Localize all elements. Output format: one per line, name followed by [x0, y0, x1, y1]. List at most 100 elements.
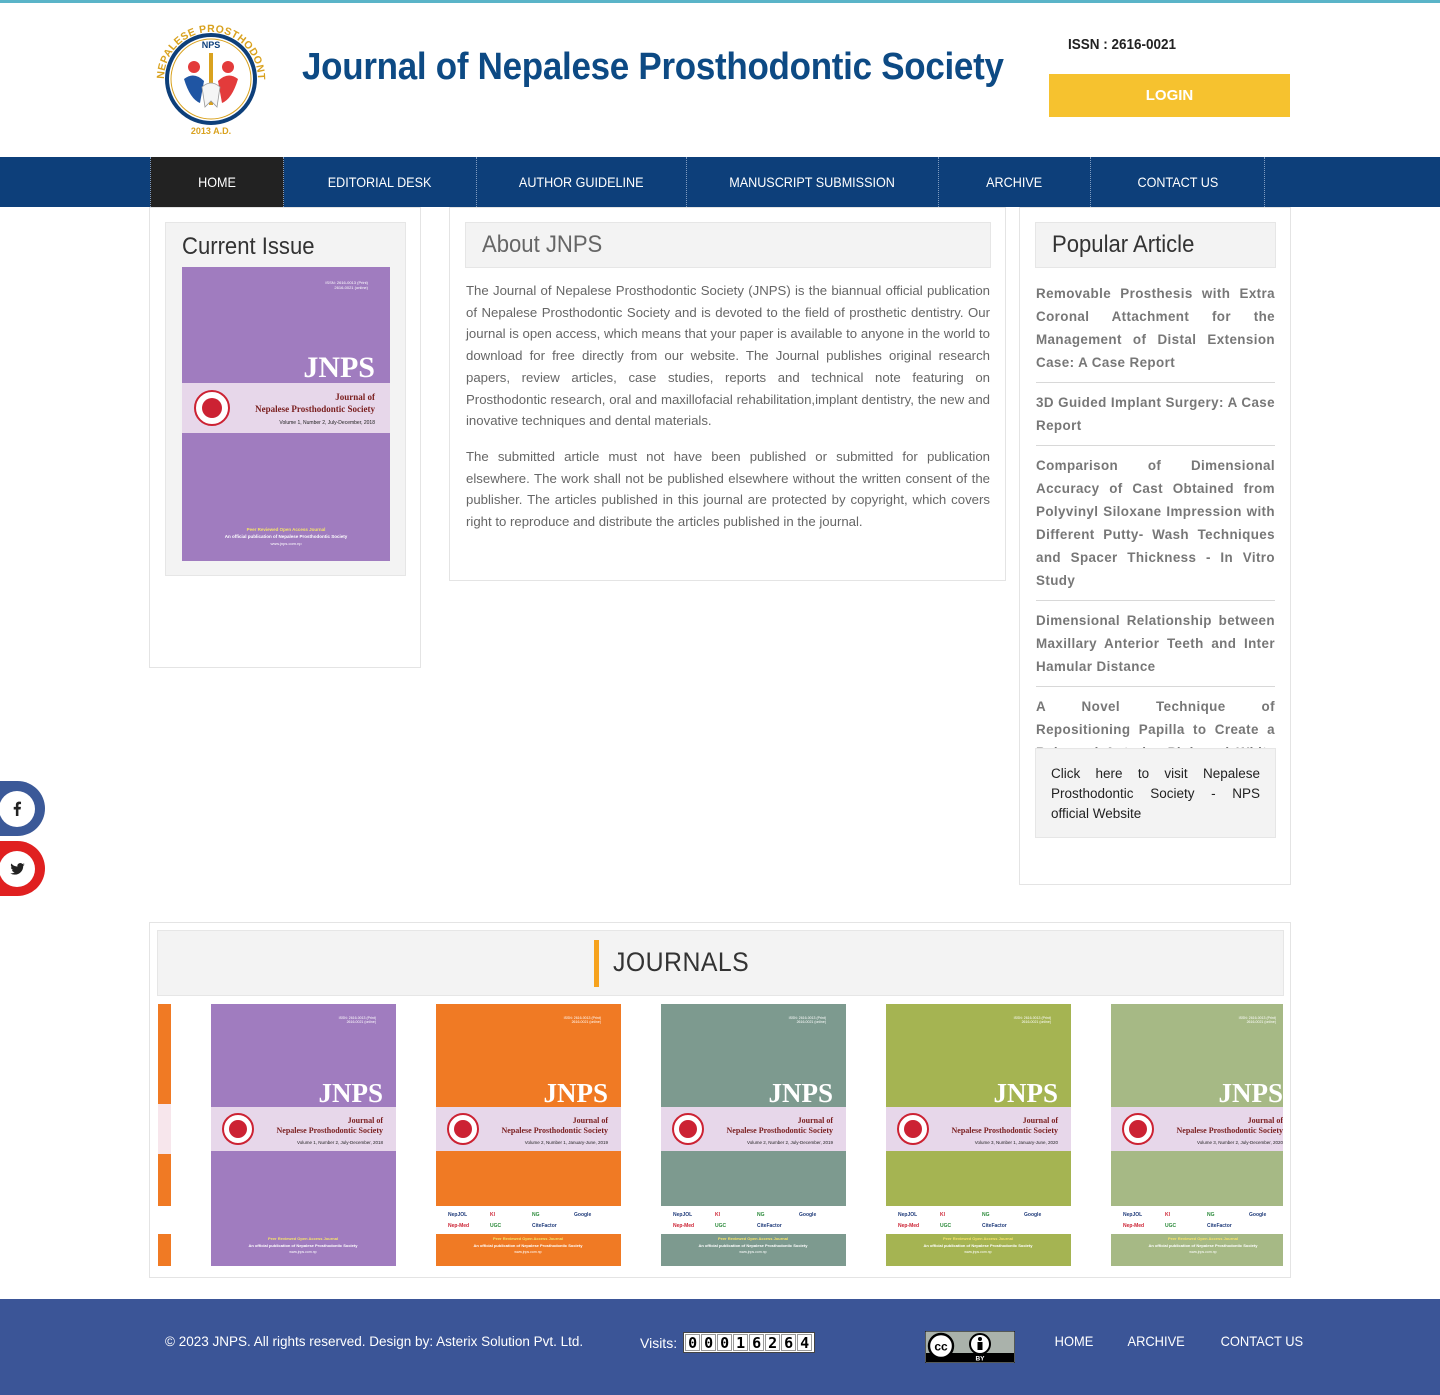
- cover-issn-online: 2616-0021 (online): [797, 1020, 826, 1024]
- top-accent-stripe: [0, 0, 1440, 3]
- login-button[interactable]: LOGIN: [1049, 74, 1290, 117]
- popular-articles-sidebar: Popular Article Removable Prosthesis wit…: [1019, 207, 1291, 885]
- cover-journal-line2: Nepalese Prosthodontic Society: [726, 1126, 833, 1135]
- nav-editorial-desk[interactable]: EDITORIAL DESK: [284, 157, 477, 207]
- cover-footer2: An official publication of Nepalese Pros…: [225, 534, 348, 539]
- index-logo: NepJOL: [448, 1212, 467, 1218]
- journal-cover[interactable]: ISSN: 2616-0013 (Print) 2616-0021 (online…: [211, 1004, 396, 1266]
- index-logo: Kl: [715, 1212, 721, 1218]
- counter-digit: 0: [701, 1334, 717, 1352]
- cover-footer3: www.jnps.com.np: [739, 1250, 766, 1254]
- about-body: The Journal of Nepalese Prosthodontic So…: [466, 280, 990, 547]
- journal-cover[interactable]: ISSN: 2616-0013 (Print) 2616-0021 (online…: [1111, 1004, 1283, 1266]
- site-title[interactable]: Journal of Nepalese Prosthodontic Societ…: [302, 46, 1004, 89]
- cover-journal-line1: Journal of: [335, 392, 376, 402]
- popular-article-link[interactable]: Removable Prosthesis with Extra Coronal …: [1036, 282, 1275, 383]
- cover-journal-line1: Journal of: [1248, 1116, 1283, 1125]
- journals-heading: JOURNALS: [613, 947, 750, 977]
- index-logo: NG: [757, 1212, 765, 1218]
- cover-footer3: www.jnps.com.np: [514, 1250, 541, 1254]
- index-logo: UGC: [715, 1223, 727, 1229]
- svg-text:BY: BY: [975, 1356, 985, 1363]
- journal-cover[interactable]: ISSN: 2616-0013 (Print) 2616-0021 (online…: [886, 1004, 1071, 1266]
- journals-carousel[interactable]: ISSN: 2616-0013 (Print) 2616-0021 (online…: [158, 1004, 1283, 1272]
- journal-cover-art: ISSN: 2616-0013 (Print)2616-0021 (online…: [436, 1004, 621, 1266]
- nav-author-guideline-label: AUTHOR GUIDELINE: [519, 174, 644, 190]
- index-logo: Nep-Med: [448, 1223, 469, 1229]
- cover-footer2: An official publication of Nepalese Pros…: [699, 1243, 809, 1248]
- footer-link-archive[interactable]: ARCHIVE: [1127, 1333, 1184, 1349]
- index-logo: CiteFactor: [1207, 1223, 1232, 1229]
- cover-journal-line2: Nepalese Prosthodontic Society: [951, 1126, 1058, 1135]
- popular-heading-panel: Popular Article: [1035, 222, 1276, 268]
- cover-journal-line1: Journal of: [348, 1116, 384, 1125]
- cc-by-icon[interactable]: cc BY: [925, 1331, 1015, 1363]
- cover-issn-online: 2616-0021 (online): [334, 285, 368, 290]
- main-navbar: HOME EDITORIAL DESK AUTHOR GUIDELINE MAN…: [0, 157, 1440, 207]
- nps-website-link[interactable]: Click here to visit Nepalese Prosthodont…: [1035, 748, 1276, 838]
- cover-footer2: An official publication of Nepalese Pros…: [249, 1243, 359, 1248]
- journals-accent-bar: [594, 940, 599, 987]
- journal-cover[interactable]: ISSN: 2616-0013 (Print) 2616-0021 (online…: [661, 1004, 846, 1266]
- cover-issn-online: 2616-0021 (online): [1022, 1020, 1051, 1024]
- index-logo: Google: [1249, 1212, 1266, 1218]
- nav-manuscript-submission[interactable]: MANUSCRIPT SUBMISSION: [687, 157, 939, 207]
- journal-cover[interactable]: ISSN: 2616-0013 (Print) 2616-0021 (online…: [436, 1004, 621, 1266]
- nav-home[interactable]: HOME: [150, 157, 284, 207]
- issn-label: ISSN : 2616-0021: [1068, 36, 1177, 53]
- cover-issn-online: 2616-0021 (online): [1247, 1020, 1276, 1024]
- index-logo: CiteFactor: [757, 1223, 782, 1229]
- facebook-button[interactable]: [0, 781, 45, 836]
- footer-link-contact[interactable]: CONTACT US: [1221, 1333, 1304, 1349]
- cover-issn-online: 2616-0021 (online): [347, 1020, 376, 1024]
- footer-link-home[interactable]: HOME: [1055, 1333, 1094, 1349]
- cover-volume: Volume 2, Number 2, July-December, 2019: [747, 1140, 834, 1145]
- current-issue-cover[interactable]: ISSN: 2616-0013 (Print) 2616-0021 (onlin…: [182, 267, 390, 561]
- nav-contact-us[interactable]: CONTACT US: [1091, 157, 1265, 207]
- popular-heading: Popular Article: [1052, 231, 1195, 258]
- footer-nav: HOME ARCHIVE CONTACT US: [1053, 1333, 1307, 1349]
- svg-text:cc: cc: [934, 1340, 948, 1354]
- cover-footer1: Peer Reviewed Open Access Journal: [493, 1236, 563, 1241]
- nav-menu: HOME EDITORIAL DESK AUTHOR GUIDELINE MAN…: [150, 157, 1265, 207]
- nav-archive[interactable]: ARCHIVE: [939, 157, 1091, 207]
- index-logo: Google: [799, 1212, 816, 1218]
- nps-logo[interactable]: NEPALESE PROSTHODONTIC SOCIETY NPS 2013 …: [150, 17, 272, 141]
- visit-counter: Visits: 00016264: [640, 1332, 816, 1353]
- nav-author-guideline[interactable]: AUTHOR GUIDELINE: [477, 157, 687, 207]
- index-logo: Google: [1024, 1212, 1041, 1218]
- index-logo: Nep-Med: [1123, 1223, 1144, 1229]
- counter-digit: 4: [797, 1334, 813, 1352]
- index-logo: Kl: [490, 1212, 496, 1218]
- about-paragraph: The submitted article must not have been…: [466, 448, 990, 530]
- nav-archive-label: ARCHIVE: [986, 174, 1043, 190]
- popular-article-link[interactable]: Dimensional Relationship between Maxilla…: [1036, 609, 1275, 687]
- index-logo: UGC: [940, 1223, 952, 1229]
- index-logo: NG: [982, 1212, 990, 1218]
- cover-volume: Volume 1, Number 2, July-December, 2018: [279, 420, 375, 426]
- popular-article-link[interactable]: Comparison of Dimensional Accuracy of Ca…: [1036, 454, 1275, 601]
- cover-footer1: Peer Reviewed Open Access Journal: [943, 1236, 1013, 1241]
- journals-section: JOURNALS ISSN: 2616-0013 (Print) 2616-002…: [149, 922, 1291, 1278]
- nav-editorial-desk-label: EDITORIAL DESK: [328, 174, 432, 190]
- cover-footer3: www.jnps.com.np: [270, 541, 302, 546]
- cover-volume: Volume 1, Number 2, July-December, 2018: [297, 1140, 384, 1145]
- popular-article-link[interactable]: 3D Guided Implant Surgery: A Case Report: [1036, 391, 1275, 446]
- cover-journal-line1: Journal of: [798, 1116, 834, 1125]
- index-logo: NG: [1207, 1212, 1215, 1218]
- cover-footer2: An official publication of Nepalese Pros…: [474, 1243, 584, 1248]
- counter-digit: 2: [765, 1334, 781, 1352]
- journal-cover-partial[interactable]: [158, 1004, 171, 1266]
- cover-abbr: JNPS: [543, 1078, 608, 1108]
- cover-abbr: JNPS: [768, 1078, 833, 1108]
- cover-volume: Volume 2, Number 1, January-June, 2019: [525, 1140, 609, 1145]
- nav-home-label: HOME: [198, 174, 236, 190]
- cover-abbr: JNPS: [303, 351, 375, 384]
- index-logo: Nep-Med: [673, 1223, 694, 1229]
- cover-journal-line2: Nepalese Prosthodontic Society: [276, 1126, 383, 1135]
- index-logo: Kl: [940, 1212, 946, 1218]
- journal-cover-art: ISSN: 2616-0013 (Print)2616-0021 (online…: [661, 1004, 846, 1266]
- index-logo: NepJOL: [673, 1212, 692, 1218]
- twitter-button[interactable]: [0, 841, 45, 896]
- index-logo: Google: [574, 1212, 591, 1218]
